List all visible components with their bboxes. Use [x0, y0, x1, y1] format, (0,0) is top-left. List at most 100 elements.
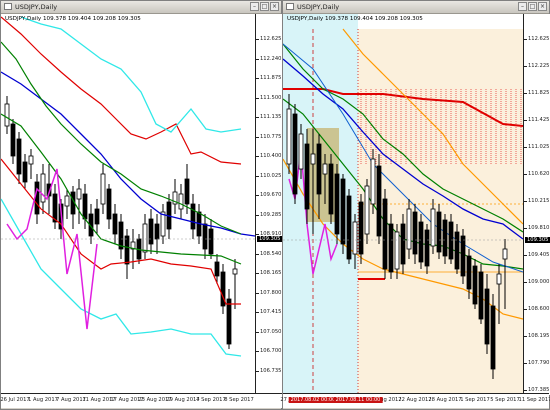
- tick-mark: [256, 156, 259, 157]
- x-tick-label: 1 Aug 2017: [28, 397, 58, 403]
- candle-body: [304, 143, 310, 210]
- y-tick-label: 111.135: [260, 114, 282, 120]
- y-tick-label: 108.165: [260, 270, 282, 276]
- close-button[interactable]: ×: [538, 2, 547, 11]
- tick-mark: [524, 66, 527, 67]
- tick-mark: [524, 39, 527, 40]
- tick-mark: [524, 120, 527, 121]
- tick-mark: [256, 97, 259, 99]
- tick-mark: [256, 370, 259, 372]
- candle-body: [286, 108, 292, 165]
- x-tick-label: 28 Aug 2017: [428, 397, 462, 403]
- y-tick-label: 109.285: [260, 211, 282, 218]
- candle-body: [412, 211, 418, 255]
- candle-body: [316, 143, 322, 195]
- time-scale-left[interactable]: 26 Jul 2017 1 Aug 2017 7 Aug 2017 11 Aug 20…: [0, 393, 282, 408]
- maximize-button[interactable]: □: [528, 2, 537, 11]
- candle-body: [430, 208, 436, 247]
- tick-mark: [256, 234, 259, 235]
- tick-mark: [524, 363, 527, 364]
- tick-mark: [524, 309, 527, 310]
- candle-body: [94, 208, 100, 225]
- y-tick-label: 111.875: [260, 75, 282, 81]
- chart-window-left[interactable]: USDJPY,Daily – □ × USDJPY,Daily 109.378 …: [0, 0, 283, 410]
- price-scale-left[interactable]: 112.625 112.240 111.875 111.500 111.135 110.7…: [255, 14, 283, 395]
- bollinger-upper-2: [1, 16, 242, 165]
- highlight-date-label: 2017.08.02 00:00: [288, 397, 338, 403]
- candle-body: [100, 173, 106, 205]
- y-tick-label: 107.800: [260, 289, 282, 296]
- x-tick-label: 11 Sep 2017: [518, 397, 550, 403]
- candle-body: [358, 201, 364, 255]
- price-chart-right[interactable]: [283, 14, 523, 395]
- y-tick-label: 112.625: [260, 36, 282, 42]
- tick-mark: [524, 228, 527, 229]
- candle-body: [298, 133, 304, 170]
- price-scale-right[interactable]: 112.625 112.225 111.825 111.425 111.025 110.6…: [523, 14, 550, 395]
- x-tick-label: 29 Aug 2017: [166, 397, 200, 403]
- tick-mark: [256, 39, 259, 40]
- tick-mark: [524, 336, 527, 337]
- minimize-button[interactable]: –: [518, 2, 527, 11]
- y-tick-label: 106.735: [260, 367, 282, 374]
- candle-body: [382, 198, 388, 270]
- title-bar-right[interactable]: USDJPY,Daily – □ ×: [283, 1, 549, 14]
- maximize-button[interactable]: □: [260, 2, 269, 11]
- candle-body: [16, 138, 22, 175]
- candle-body: [124, 235, 130, 265]
- candle-body: [478, 271, 484, 320]
- y-tick-label: 107.415: [260, 309, 282, 315]
- candle-body: [496, 273, 502, 285]
- candle-body: [34, 181, 40, 215]
- y-tick-label: 110.025: [260, 172, 282, 179]
- tick-mark: [256, 351, 259, 352]
- candle-body: [490, 305, 496, 370]
- y-tick-label: 108.600: [528, 306, 550, 312]
- tick-mark: [256, 58, 259, 60]
- y-tick-label: 111.425: [528, 117, 550, 123]
- tick-mark: [256, 292, 259, 294]
- symbol-info: USDJPY,Daily 109.378 109.404 109.208 109…: [5, 16, 141, 22]
- tick-mark: [256, 195, 259, 196]
- candle-body: [190, 203, 196, 230]
- x-tick-label: 26 Jul 2017: [0, 397, 30, 403]
- candle-body: [340, 178, 346, 245]
- y-tick-label: 109.810: [528, 225, 550, 231]
- y-tick-label: 111.825: [528, 90, 550, 96]
- y-tick-label: 110.620: [528, 171, 550, 177]
- tick-mark: [256, 214, 259, 216]
- y-tick-label: 109.405: [528, 252, 550, 258]
- y-tick-label: 107.790: [528, 360, 550, 366]
- candle-body: [28, 155, 34, 165]
- y-tick-label: 111.500: [260, 94, 282, 101]
- candle-body: [454, 231, 460, 270]
- x-tick-label: 8 Sep 2017: [224, 397, 254, 403]
- tick-mark: [524, 390, 527, 391]
- chart-icon: [286, 3, 294, 10]
- chart-window-right[interactable]: USDJPY,Daily – □ × USDJPY,Daily 109.378 …: [280, 0, 550, 410]
- minimize-button[interactable]: –: [250, 2, 259, 11]
- y-tick-label: 108.195: [528, 333, 550, 339]
- close-button[interactable]: ×: [270, 2, 279, 11]
- candle-body: [328, 163, 334, 215]
- candle-body: [406, 208, 412, 250]
- y-tick-label: 112.225: [528, 63, 550, 69]
- candle-body: [334, 173, 340, 235]
- title-bar-left[interactable]: USDJPY,Daily – □ ×: [1, 1, 281, 14]
- tick-mark: [524, 93, 527, 94]
- highlight-date-label: 2017.08.11 00:00: [333, 397, 383, 403]
- candle-body: [484, 288, 490, 345]
- candle-body: [22, 161, 28, 183]
- candle-body: [292, 113, 298, 195]
- tick-mark: [256, 312, 259, 313]
- price-chart-left[interactable]: [1, 14, 255, 395]
- window-title: USDJPY,Daily: [15, 3, 58, 11]
- candle-body: [208, 228, 214, 255]
- candle-body: [112, 213, 118, 235]
- tick-mark: [256, 117, 259, 118]
- tick-mark: [524, 201, 527, 202]
- time-scale-right[interactable]: 27 Jul 20174 Aug 201710 Aug 201716 Aug 2…: [280, 393, 550, 408]
- candle-body: [160, 211, 166, 237]
- candle-body: [448, 221, 454, 260]
- tick-mark: [524, 255, 527, 256]
